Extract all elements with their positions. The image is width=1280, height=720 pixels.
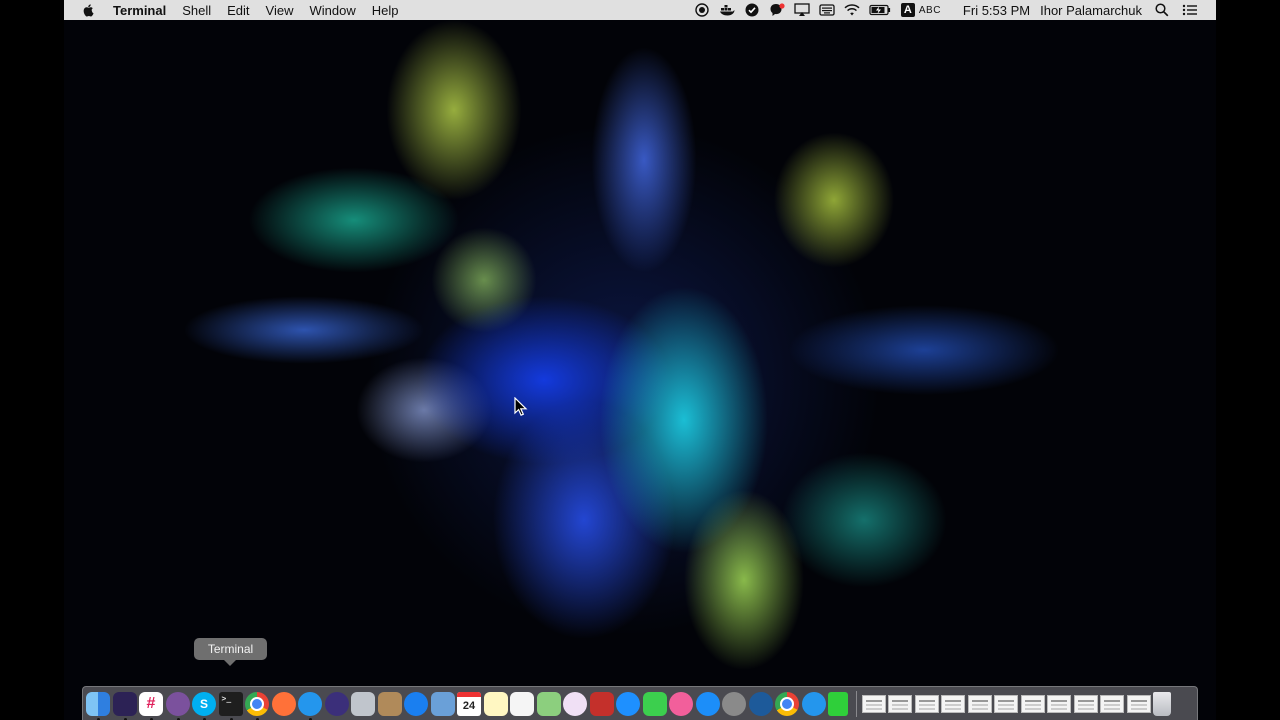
dock-preview-icon[interactable] bbox=[430, 691, 455, 716]
dock-system-preferences-icon[interactable] bbox=[722, 691, 746, 716]
menu-bar-extras: A ABC Fri 5:53 PM Ihor Palamarchuk bbox=[685, 0, 1216, 20]
record-icon[interactable] bbox=[694, 3, 710, 17]
dock-launchpad-icon[interactable] bbox=[351, 691, 375, 716]
dock-document-thumbnail[interactable] bbox=[888, 694, 912, 713]
dock-terminal-icon[interactable]: >_ bbox=[218, 691, 243, 720]
dock-tooltip: Terminal bbox=[194, 638, 267, 666]
dock-document-thumbnail[interactable] bbox=[941, 694, 965, 713]
dock-eclipse-icon[interactable] bbox=[112, 691, 137, 720]
dock-calendar-icon[interactable]: 24 bbox=[457, 691, 481, 716]
dock-document-thumbnail[interactable] bbox=[1047, 694, 1071, 713]
docker-icon[interactable] bbox=[719, 3, 735, 17]
dock: # S >_ 24 bbox=[82, 686, 1198, 720]
dock-docker-alt-icon[interactable] bbox=[801, 691, 826, 716]
menu-clock[interactable]: Fri 5:53 PM bbox=[963, 3, 1030, 18]
spotlight-icon[interactable] bbox=[1154, 3, 1170, 17]
dock-quicktime-icon[interactable] bbox=[748, 691, 773, 716]
dock-maps-icon[interactable] bbox=[536, 691, 561, 716]
mouse-cursor-icon bbox=[514, 397, 528, 416]
dock-document-thumbnail[interactable] bbox=[967, 694, 992, 713]
dock-facetime-icon[interactable] bbox=[642, 691, 667, 716]
dock-chrome-alt-icon[interactable] bbox=[775, 691, 799, 716]
dock-separator bbox=[855, 690, 857, 717]
trash-icon[interactable] bbox=[1153, 691, 1171, 716]
menu-user-name[interactable]: Ihor Palamarchuk bbox=[1040, 3, 1142, 18]
input-source-label: ABC bbox=[918, 4, 941, 16]
menu-edit[interactable]: Edit bbox=[227, 3, 249, 18]
todo-check-icon[interactable] bbox=[744, 3, 760, 17]
dock-messages-alt-icon[interactable] bbox=[616, 691, 640, 716]
dock-reminders-icon[interactable] bbox=[510, 691, 534, 716]
dock-finder-icon[interactable] bbox=[86, 691, 110, 720]
menu-bar: Terminal Shell Edit View Window Help A A… bbox=[64, 0, 1216, 20]
dock-document-thumbnail[interactable] bbox=[914, 694, 939, 713]
dock-notes-icon[interactable] bbox=[483, 691, 508, 716]
dock-document-thumbnail[interactable] bbox=[1100, 694, 1124, 713]
dock-apps: # S >_ 24 bbox=[86, 691, 851, 720]
dock-photos-icon[interactable] bbox=[563, 691, 587, 716]
dock-document-thumbnail[interactable] bbox=[994, 694, 1018, 713]
dock-safari-icon[interactable] bbox=[404, 691, 428, 716]
dock-viber-icon[interactable] bbox=[165, 691, 190, 720]
dock-document-thumbnail[interactable] bbox=[1020, 694, 1045, 713]
dock-itunes-icon[interactable] bbox=[669, 691, 693, 716]
dock-app-store-icon[interactable] bbox=[695, 691, 720, 716]
desktop-wallpaper bbox=[64, 0, 1216, 720]
dock-slack-icon[interactable]: # bbox=[139, 691, 163, 720]
dock-photo-booth-icon[interactable] bbox=[589, 691, 614, 716]
apple-menu-icon[interactable] bbox=[82, 3, 96, 17]
menu-bar-left: Terminal Shell Edit View Window Help bbox=[64, 0, 415, 20]
viber-icon[interactable] bbox=[769, 3, 785, 17]
dock-contacts-icon[interactable] bbox=[377, 691, 402, 716]
airplay-icon[interactable] bbox=[794, 3, 810, 17]
desktop: Terminal Shell Edit View Window Help A A… bbox=[64, 0, 1216, 720]
input-source-menu[interactable]: A ABC bbox=[900, 3, 941, 17]
dock-firefox-icon[interactable] bbox=[271, 691, 296, 716]
dock-document-thumbnail[interactable] bbox=[1073, 694, 1098, 713]
battery-icon[interactable] bbox=[869, 3, 891, 17]
menu-shell[interactable]: Shell bbox=[182, 3, 211, 18]
menu-view[interactable]: View bbox=[266, 3, 294, 18]
dock-battery-app-icon[interactable] bbox=[828, 691, 848, 716]
dock-documents bbox=[861, 694, 1154, 713]
keyboard-icon[interactable] bbox=[819, 3, 835, 17]
input-source-letter: A bbox=[900, 3, 915, 17]
menu-help[interactable]: Help bbox=[372, 3, 399, 18]
notification-center-icon[interactable] bbox=[1182, 3, 1198, 17]
dock-siri-icon[interactable] bbox=[324, 691, 349, 716]
menu-window[interactable]: Window bbox=[310, 3, 356, 18]
menu-app-name[interactable]: Terminal bbox=[113, 3, 166, 18]
wifi-icon[interactable] bbox=[844, 3, 860, 17]
dock-docker-icon[interactable] bbox=[298, 691, 322, 720]
dock-document-thumbnail[interactable] bbox=[861, 694, 886, 713]
dock-chrome-icon[interactable] bbox=[245, 691, 269, 720]
dock-document-thumbnail[interactable] bbox=[1126, 694, 1151, 713]
dock-skype-icon[interactable]: S bbox=[192, 691, 216, 720]
